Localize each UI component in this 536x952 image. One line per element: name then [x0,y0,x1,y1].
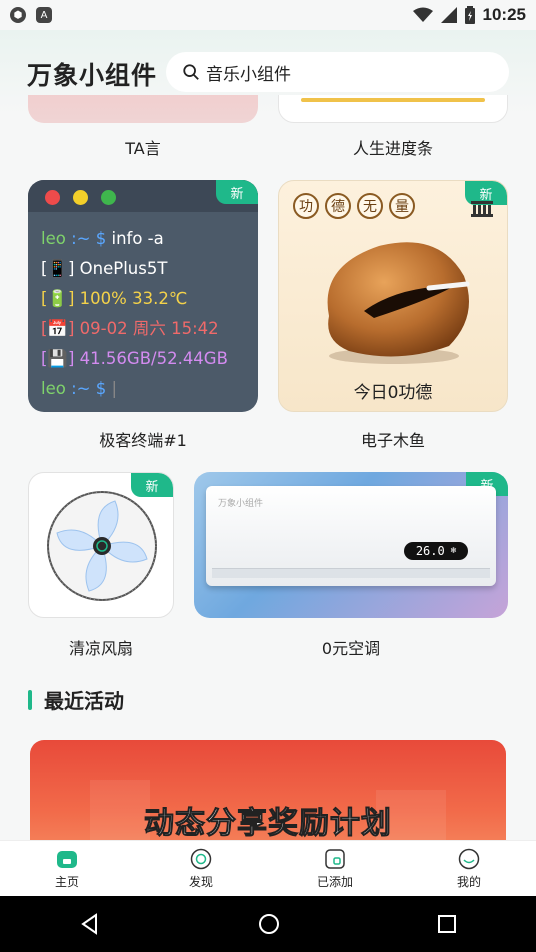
merit-count: 今日0功德 [353,383,433,403]
cursor: | [111,379,118,398]
search-input[interactable]: 音乐小组件 [206,60,291,85]
widget-label-terminal: 极客终端#1 [99,431,187,450]
fan-icon [47,491,157,601]
progress-bar [301,98,485,102]
nav-discover[interactable]: 发现 [134,841,268,896]
widget-label-ta-yan: TA言 [125,139,161,158]
battery-icon [464,6,475,24]
battery-level-icon: [🔋] [41,289,75,308]
nav-label: 主页 [54,874,79,889]
home-button-icon[interactable] [258,913,280,935]
disk-icon: [💾] [41,349,75,368]
snowflake-icon: ❄ [450,546,457,556]
section-recent-activity: 最近活动 [28,685,124,714]
battery-info: 100% 33.2℃ [79,289,188,308]
wooden-fish-icon[interactable] [309,236,479,366]
nav-added[interactable]: 已添加 [268,841,402,896]
command-text: info -a [111,229,164,248]
merit-char: 无 [357,193,383,219]
storage-info: 41.56GB/52.44GB [79,349,228,368]
ac-temperature: 26.0 [415,544,445,558]
nav-label: 发现 [188,874,213,889]
widget-ta-yan-card[interactable] [28,95,258,123]
merit-char: 量 [389,193,415,219]
search-bar[interactable]: 音乐小组件 [166,52,509,92]
prompt-user-2: leo [41,379,66,398]
ac-vent [212,568,490,578]
phone-icon: [📱] [41,259,75,278]
search-icon [183,64,199,80]
prompt-user: leo [41,229,66,248]
widget-fan-card[interactable]: 新 [28,472,174,618]
close-dot [45,190,60,205]
merit-char: 德 [325,193,351,219]
ac-brand: 万象小组件 [218,499,264,509]
system-nav-bar [0,896,536,952]
ac-unit: 万象小组件 26.0 ❄ [206,486,496,586]
a-notification-icon: A [36,7,52,23]
prompt-path-2: :~ $ [71,379,107,398]
minimize-dot [73,190,88,205]
new-badge: 新 [216,180,258,204]
widget-label-ac: 0元空调 [321,639,381,658]
app-notification-icon: ⬢ [10,7,26,23]
status-bar: ⬢ A 10:25 [0,0,536,30]
profile-icon [458,848,480,869]
datetime-info: 09-02 周六 15:42 [79,319,219,338]
app-title: 万象小组件 [27,61,158,90]
nav-label: 已添加 [316,874,353,889]
widget-wooden-fish-card[interactable]: 新 功 德 无 量 今日0功德 [278,180,508,412]
activity-banner[interactable]: 动态分享奖励计划 [30,740,506,840]
nav-label: 我的 [456,874,481,889]
clock: 10:25 [482,5,526,24]
calendar-icon: [📅] [41,319,75,338]
temple-icon [471,201,493,217]
merit-chars: 功 德 无 量 [293,193,415,219]
wifi-icon [412,7,433,22]
back-icon[interactable] [79,913,101,935]
home-icon [57,850,77,868]
section-accent-bar [28,689,32,710]
maximize-dot [101,190,116,205]
recents-icon[interactable] [437,914,457,934]
prompt-path: :~ $ [71,229,107,248]
terminal-output: leo :~ $ info -a [📱] OnePlus5T [🔋] 100% … [41,224,228,404]
nav-home[interactable]: 主页 [0,841,134,896]
bottom-nav: 主页 发现 已添加 我的 [0,840,536,896]
widget-life-progress-card[interactable] [278,95,508,123]
signal-icon [440,7,457,23]
widget-ac-card[interactable]: 新 万象小组件 26.0❄ [194,472,508,618]
widget-label-life-progress: 人生进度条 [352,139,433,158]
discover-icon [190,848,212,869]
section-title: 最近活动 [44,689,124,713]
banner-title: 动态分享奖励计划 [144,806,392,841]
device-name: OnePlus5T [79,259,168,278]
widget-list[interactable]: TA言 人生进度条 新 leo :~ $ info -a [📱] OnePlus… [0,95,536,840]
widget-label-wooden-fish: 电子木鱼 [360,431,425,450]
widget-label-fan: 清凉风扇 [68,639,133,658]
added-icon [325,848,345,869]
merit-char: 功 [293,193,319,219]
ac-display: 26.0 ❄ [404,542,468,560]
nav-profile[interactable]: 我的 [402,841,536,896]
widget-geek-terminal-card[interactable]: 新 leo :~ $ info -a [📱] OnePlus5T [🔋] 100… [28,180,258,412]
